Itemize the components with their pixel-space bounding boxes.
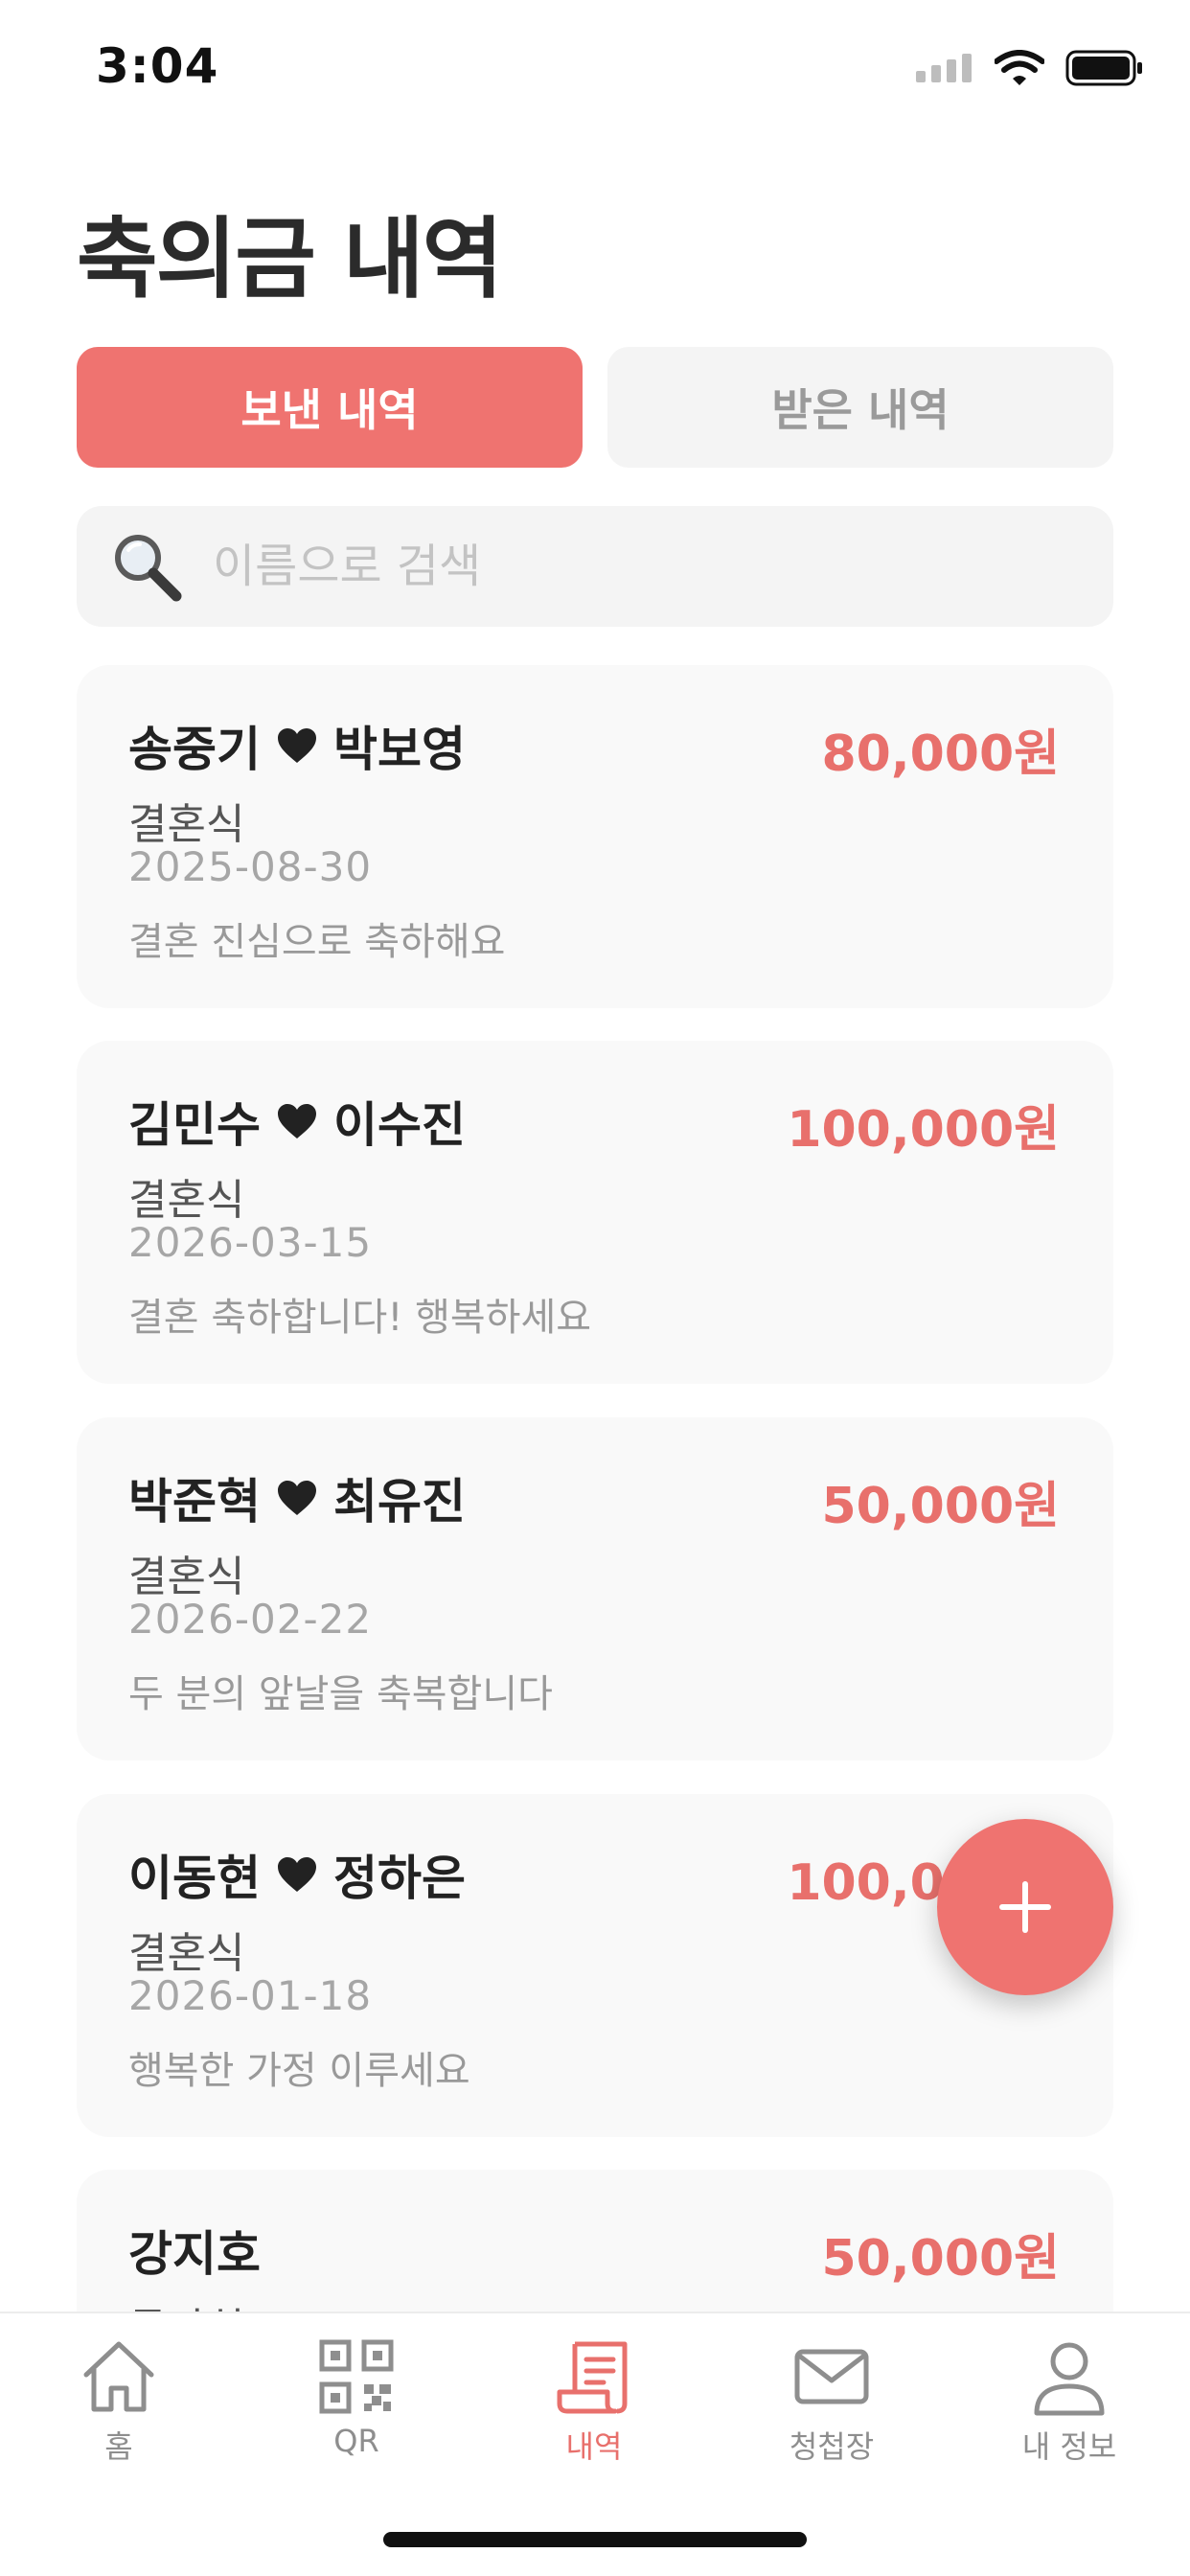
tab-received[interactable]: 받은 내역: [607, 347, 1113, 468]
groom-name: 김민수: [128, 1097, 261, 1153]
bride-name: 최유진: [333, 1474, 466, 1530]
event-type: 결혼식: [128, 1929, 245, 1978]
plus-icon: [999, 1881, 1051, 1933]
bride-name: 정하은: [333, 1851, 466, 1906]
tabbar-label-profile: 내 정보: [1021, 2428, 1117, 2465]
history-card[interactable]: 송중기 박보영 80,000원 결혼식 2025-08-30 결혼 진심으로 축…: [77, 665, 1113, 1008]
bride-name: 이수진: [333, 1097, 466, 1153]
groom-name: 강지호: [128, 2226, 261, 2282]
wifi-icon: [995, 50, 1044, 85]
history-card[interactable]: 이동현 정하은 100,000원 결혼식 2026-01-18 행복한 가정 이…: [77, 1794, 1113, 2137]
history-card[interactable]: 박준혁 최유진 50,000원 결혼식 2026-02-22 두 분의 앞날을 …: [77, 1417, 1113, 1760]
history-card[interactable]: 김민수 이수진 100,000원 결혼식 2026-03-15 결혼 축하합니다…: [77, 1041, 1113, 1384]
envelope-icon: [794, 2349, 869, 2404]
bride-name: 박보영: [333, 722, 466, 777]
tabbar-label-home: 홈: [104, 2428, 133, 2465]
event-type: 결혼식: [128, 1552, 245, 1601]
message: 두 분의 앞날을 축복합니다: [128, 1672, 553, 1716]
groom-name: 송중기: [128, 722, 261, 777]
event-date: 2025-08-30: [128, 843, 373, 890]
tabbar-item-history[interactable]: 내역: [498, 2336, 690, 2467]
event-date: 2026-03-15: [128, 1219, 373, 1266]
screen: 3:04 축의금 내역 보낸 내역 받은 내역 이름으로 검색 송중기 박보영 …: [0, 0, 1190, 2576]
heart-icon: [278, 1104, 316, 1138]
receipt-icon: [557, 2341, 628, 2414]
tabbar-item-profile[interactable]: 내 정보: [973, 2336, 1165, 2467]
search-bar[interactable]: [77, 506, 1113, 627]
tabbar-item-qr[interactable]: QR: [261, 2336, 452, 2459]
amount: 50,000원: [821, 2230, 1060, 2288]
battery-icon: [1065, 50, 1142, 86]
couple-names: 김민수 이수진: [128, 1087, 466, 1156]
message: 결혼 축하합니다! 행복하세요: [128, 1296, 592, 1340]
amount: 80,000원: [821, 725, 1060, 783]
tabbar-item-invitation[interactable]: 청첩장: [736, 2336, 927, 2467]
message: 행복한 가정 이루세요: [128, 2049, 470, 2093]
message: 결혼 진심으로 축하해요: [128, 920, 506, 964]
heart-icon: [278, 1857, 316, 1892]
status-time: 3:04: [96, 38, 219, 94]
event-date: 2026-02-22: [128, 1596, 373, 1643]
event-type: 결혼식: [128, 1176, 245, 1225]
person-icon: [1034, 2342, 1105, 2416]
couple-names: 이동현 정하은: [128, 1840, 466, 1909]
tabbar-item-home[interactable]: 홈: [23, 2336, 215, 2467]
amount: 50,000원: [821, 1478, 1060, 1535]
heart-icon: [278, 728, 316, 763]
status-icons: [916, 50, 1144, 86]
home-icon: [83, 2341, 154, 2412]
search-input[interactable]: [211, 539, 1077, 594]
groom-name: 박준혁: [128, 1474, 261, 1530]
search-icon: [115, 535, 182, 602]
couple-names: 강지호: [128, 2216, 261, 2285]
signal-icon: [916, 54, 972, 82]
page-title: 축의금 내역: [77, 208, 503, 310]
qr-icon: [319, 2339, 394, 2414]
tab-sent[interactable]: 보낸 내역: [77, 347, 583, 468]
heart-icon: [278, 1481, 316, 1515]
tabbar-label-history: 내역: [565, 2428, 623, 2465]
amount: 100,000원: [787, 1101, 1060, 1159]
tabbar-label-invitation: 청첩장: [789, 2428, 875, 2465]
tabbar-label-qr: QR: [333, 2423, 379, 2459]
couple-names: 박준혁 최유진: [128, 1463, 466, 1532]
add-button[interactable]: [937, 1819, 1113, 1995]
couple-names: 송중기 박보영: [128, 711, 466, 780]
event-type: 결혼식: [128, 800, 245, 849]
home-indicator: [383, 2532, 807, 2547]
groom-name: 이동현: [128, 1851, 261, 1906]
event-date: 2026-01-18: [128, 1972, 373, 2019]
